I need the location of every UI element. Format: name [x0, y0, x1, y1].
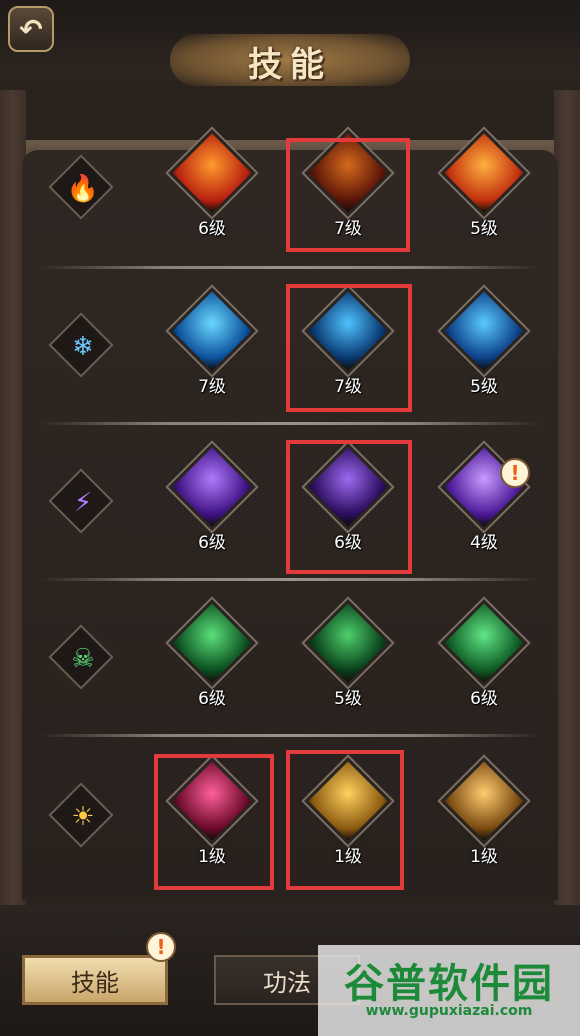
row-divider [40, 734, 540, 737]
back-arrow-icon: ↶ [19, 12, 43, 46]
skill-slot[interactable]: 6级 [165, 126, 259, 248]
tab-skills[interactable]: 技能 [22, 955, 168, 1005]
skill-slot[interactable]: 1级 [437, 754, 531, 876]
skill-gem-icon [437, 126, 531, 220]
skill-slot[interactable]: 6级 [437, 596, 531, 718]
back-button[interactable]: ↶ [8, 6, 54, 52]
highlight-box [286, 750, 404, 890]
skill-level: 6级 [470, 689, 498, 709]
skull-icon: ☠ [71, 644, 95, 674]
skill-row-poison: ☠ 6级 5级 6级 [22, 592, 558, 742]
highlight-box [286, 440, 412, 574]
skill-slot[interactable]: 5级 [301, 596, 395, 718]
watermark-name: 谷普软件园 [344, 961, 554, 1007]
skill-level: 5级 [470, 219, 498, 239]
skill-gem-icon [301, 596, 395, 690]
skill-level: 5级 [334, 689, 362, 709]
row-divider [40, 422, 540, 425]
skill-gem-icon [165, 440, 259, 534]
skill-level: 5级 [470, 377, 498, 397]
page-title: 技能 [248, 44, 332, 85]
alert-icon: ! [146, 932, 176, 962]
skill-level: 1级 [470, 847, 498, 867]
skill-level: 6级 [198, 219, 226, 239]
skill-level: 7级 [198, 377, 226, 397]
alert-icon: ! [500, 458, 530, 488]
fire-icon: 🔥 [66, 174, 100, 204]
skill-level: 6级 [198, 689, 226, 709]
highlight-box [286, 284, 412, 412]
highlight-box [286, 138, 410, 252]
highlight-box [154, 754, 274, 890]
watermark-url: www.gupuxiazai.com [365, 1003, 533, 1019]
skill-slot[interactable]: 6级 [165, 596, 259, 718]
skill-slot[interactable]: 5级 [437, 284, 531, 406]
row-divider [40, 578, 540, 581]
skill-gem-icon [165, 284, 259, 378]
watermark: 谷普软件园 www.gupuxiazai.com [318, 945, 580, 1036]
skill-level: 4级 [470, 533, 498, 553]
snowflake-icon: ❄ [72, 332, 94, 362]
skill-slot[interactable]: 5级 [437, 126, 531, 248]
skill-slot[interactable]: 7级 [165, 284, 259, 406]
sun-eye-icon: ☀ [71, 802, 95, 832]
skill-gem-icon [165, 126, 259, 220]
skill-gem-icon [165, 596, 259, 690]
skill-slot[interactable]: 6级 [165, 440, 259, 562]
skill-gem-icon [437, 284, 531, 378]
row-divider [40, 266, 540, 269]
skill-level: 6级 [198, 533, 226, 553]
skill-gem-icon [437, 596, 531, 690]
skill-gem-icon [437, 754, 531, 848]
lightning-icon: ⚡ [73, 488, 93, 518]
title-plaque: 技能 [170, 28, 410, 94]
